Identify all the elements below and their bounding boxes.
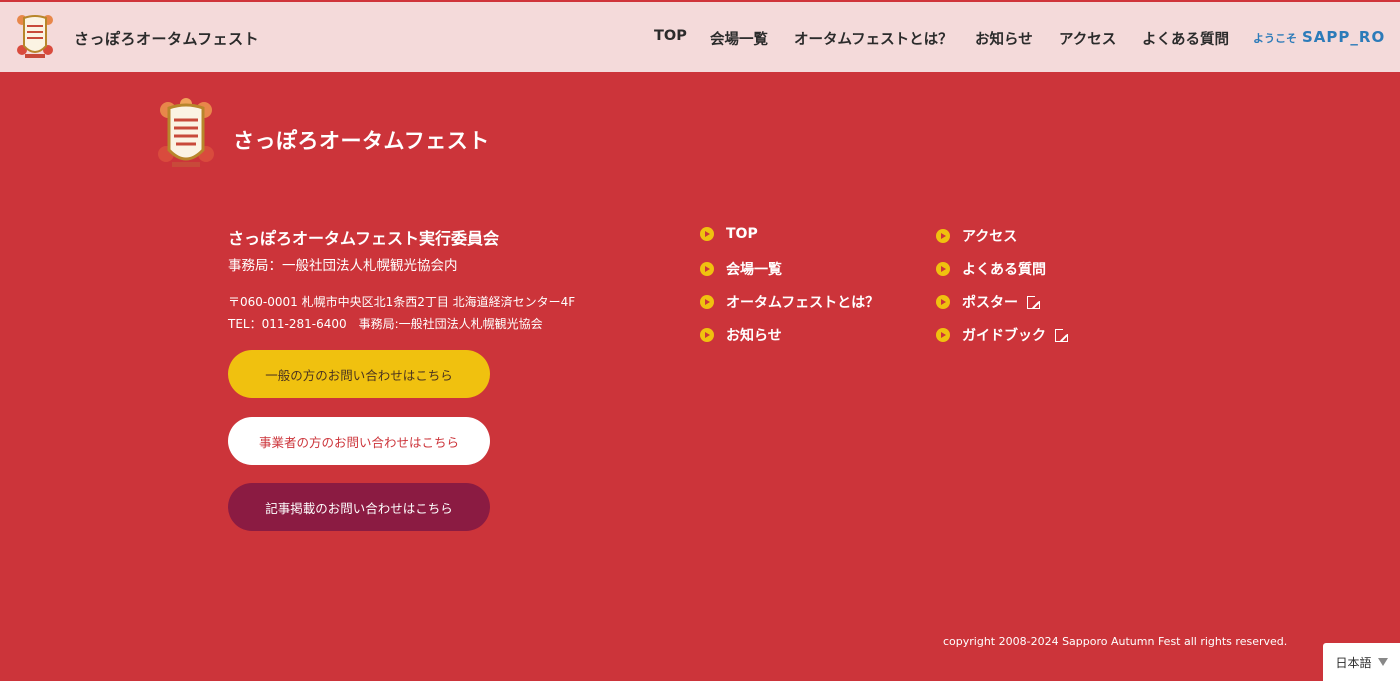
nav-faq[interactable]: よくある質問 — [1142, 28, 1229, 49]
arrow-circle-icon — [700, 328, 714, 342]
nav-about[interactable]: オータムフェストとは？ — [794, 28, 953, 49]
footer-logo-icon[interactable] — [158, 98, 214, 174]
business-inquiry-button[interactable]: 事業者の方のお問い合わせはこちら — [228, 417, 490, 465]
nav-top[interactable]: TOP — [654, 28, 687, 44]
chevron-down-icon — [1377, 658, 1388, 666]
nav-access[interactable]: アクセス — [1059, 28, 1116, 49]
organizer-address: 〒060-0001 札幌市中央区北1条西2丁目 北海道経済センター4F — [228, 295, 576, 309]
site-title[interactable]: さっぽろオータムフェスト — [74, 28, 259, 49]
copyright-text: copyright 2008-2024 Sapporo Autumn Fest … — [943, 635, 1288, 648]
arrow-circle-icon — [700, 227, 714, 241]
organizer-tel: TEL：011-281-6400 事務局:一般社団法人札幌観光協会 — [228, 317, 543, 331]
arrow-circle-icon — [700, 262, 714, 276]
footer-link-label: アクセス — [962, 229, 1018, 245]
site-header: さっぽろオータムフェスト TOP 会場一覧 オータムフェストとは？ お知らせ ア… — [0, 0, 1400, 72]
footer-link-label: オータムフェストとは？ — [726, 295, 880, 311]
footer-link-label: 会場一覧 — [726, 262, 782, 278]
welcome-sapporo-logo: SAPP_RO — [1302, 28, 1386, 46]
welcome-sapporo-link[interactable]: ようこそ SAPP_RO — [1253, 28, 1385, 46]
arrow-circle-icon — [936, 229, 950, 243]
arrow-circle-icon — [936, 295, 950, 309]
footer-link-access[interactable]: アクセス — [936, 226, 1017, 246]
footer-link-label: ガイドブック — [962, 328, 1046, 344]
footer-link-venues[interactable]: 会場一覧 — [700, 259, 782, 279]
footer-link-about[interactable]: オータムフェストとは？ — [700, 292, 879, 312]
nav-news[interactable]: お知らせ — [975, 28, 1033, 49]
footer-link-label: ポスター — [962, 295, 1018, 311]
media-inquiry-button[interactable]: 記事掲載のお問い合わせはこちら — [228, 483, 490, 531]
footer-link-label: TOP — [726, 226, 758, 242]
footer-link-label: お知らせ — [726, 328, 782, 344]
language-selector[interactable]: 日本語 — [1323, 643, 1400, 681]
footer-brand-title: さっぽろオータムフェスト — [233, 129, 490, 153]
footer-link-poster[interactable]: ポスター — [936, 292, 1042, 312]
footer-link-label: よくある質問 — [962, 262, 1046, 278]
organizer-name: さっぽろオータムフェスト実行委員会 — [228, 229, 500, 248]
general-inquiry-button[interactable]: 一般の方のお問い合わせはこちら — [228, 350, 490, 398]
footer-link-top[interactable]: TOP — [700, 226, 758, 242]
external-link-icon — [1027, 293, 1042, 309]
arrow-circle-icon — [936, 328, 950, 342]
welcome-small-text: ようこそ — [1253, 32, 1297, 45]
site-logo-icon[interactable] — [16, 12, 54, 62]
arrow-circle-icon — [700, 295, 714, 309]
arrow-circle-icon — [936, 262, 950, 276]
language-selected-label: 日本語 — [1335, 655, 1372, 670]
footer-link-faq[interactable]: よくある質問 — [936, 259, 1046, 279]
footer-link-news[interactable]: お知らせ — [700, 325, 782, 345]
organizer-office: 事務局：一般社団法人札幌観光協会内 — [228, 258, 458, 274]
nav-venues[interactable]: 会場一覧 — [710, 28, 768, 49]
external-link-icon — [1055, 326, 1070, 342]
footer-link-guidebook[interactable]: ガイドブック — [936, 325, 1070, 345]
